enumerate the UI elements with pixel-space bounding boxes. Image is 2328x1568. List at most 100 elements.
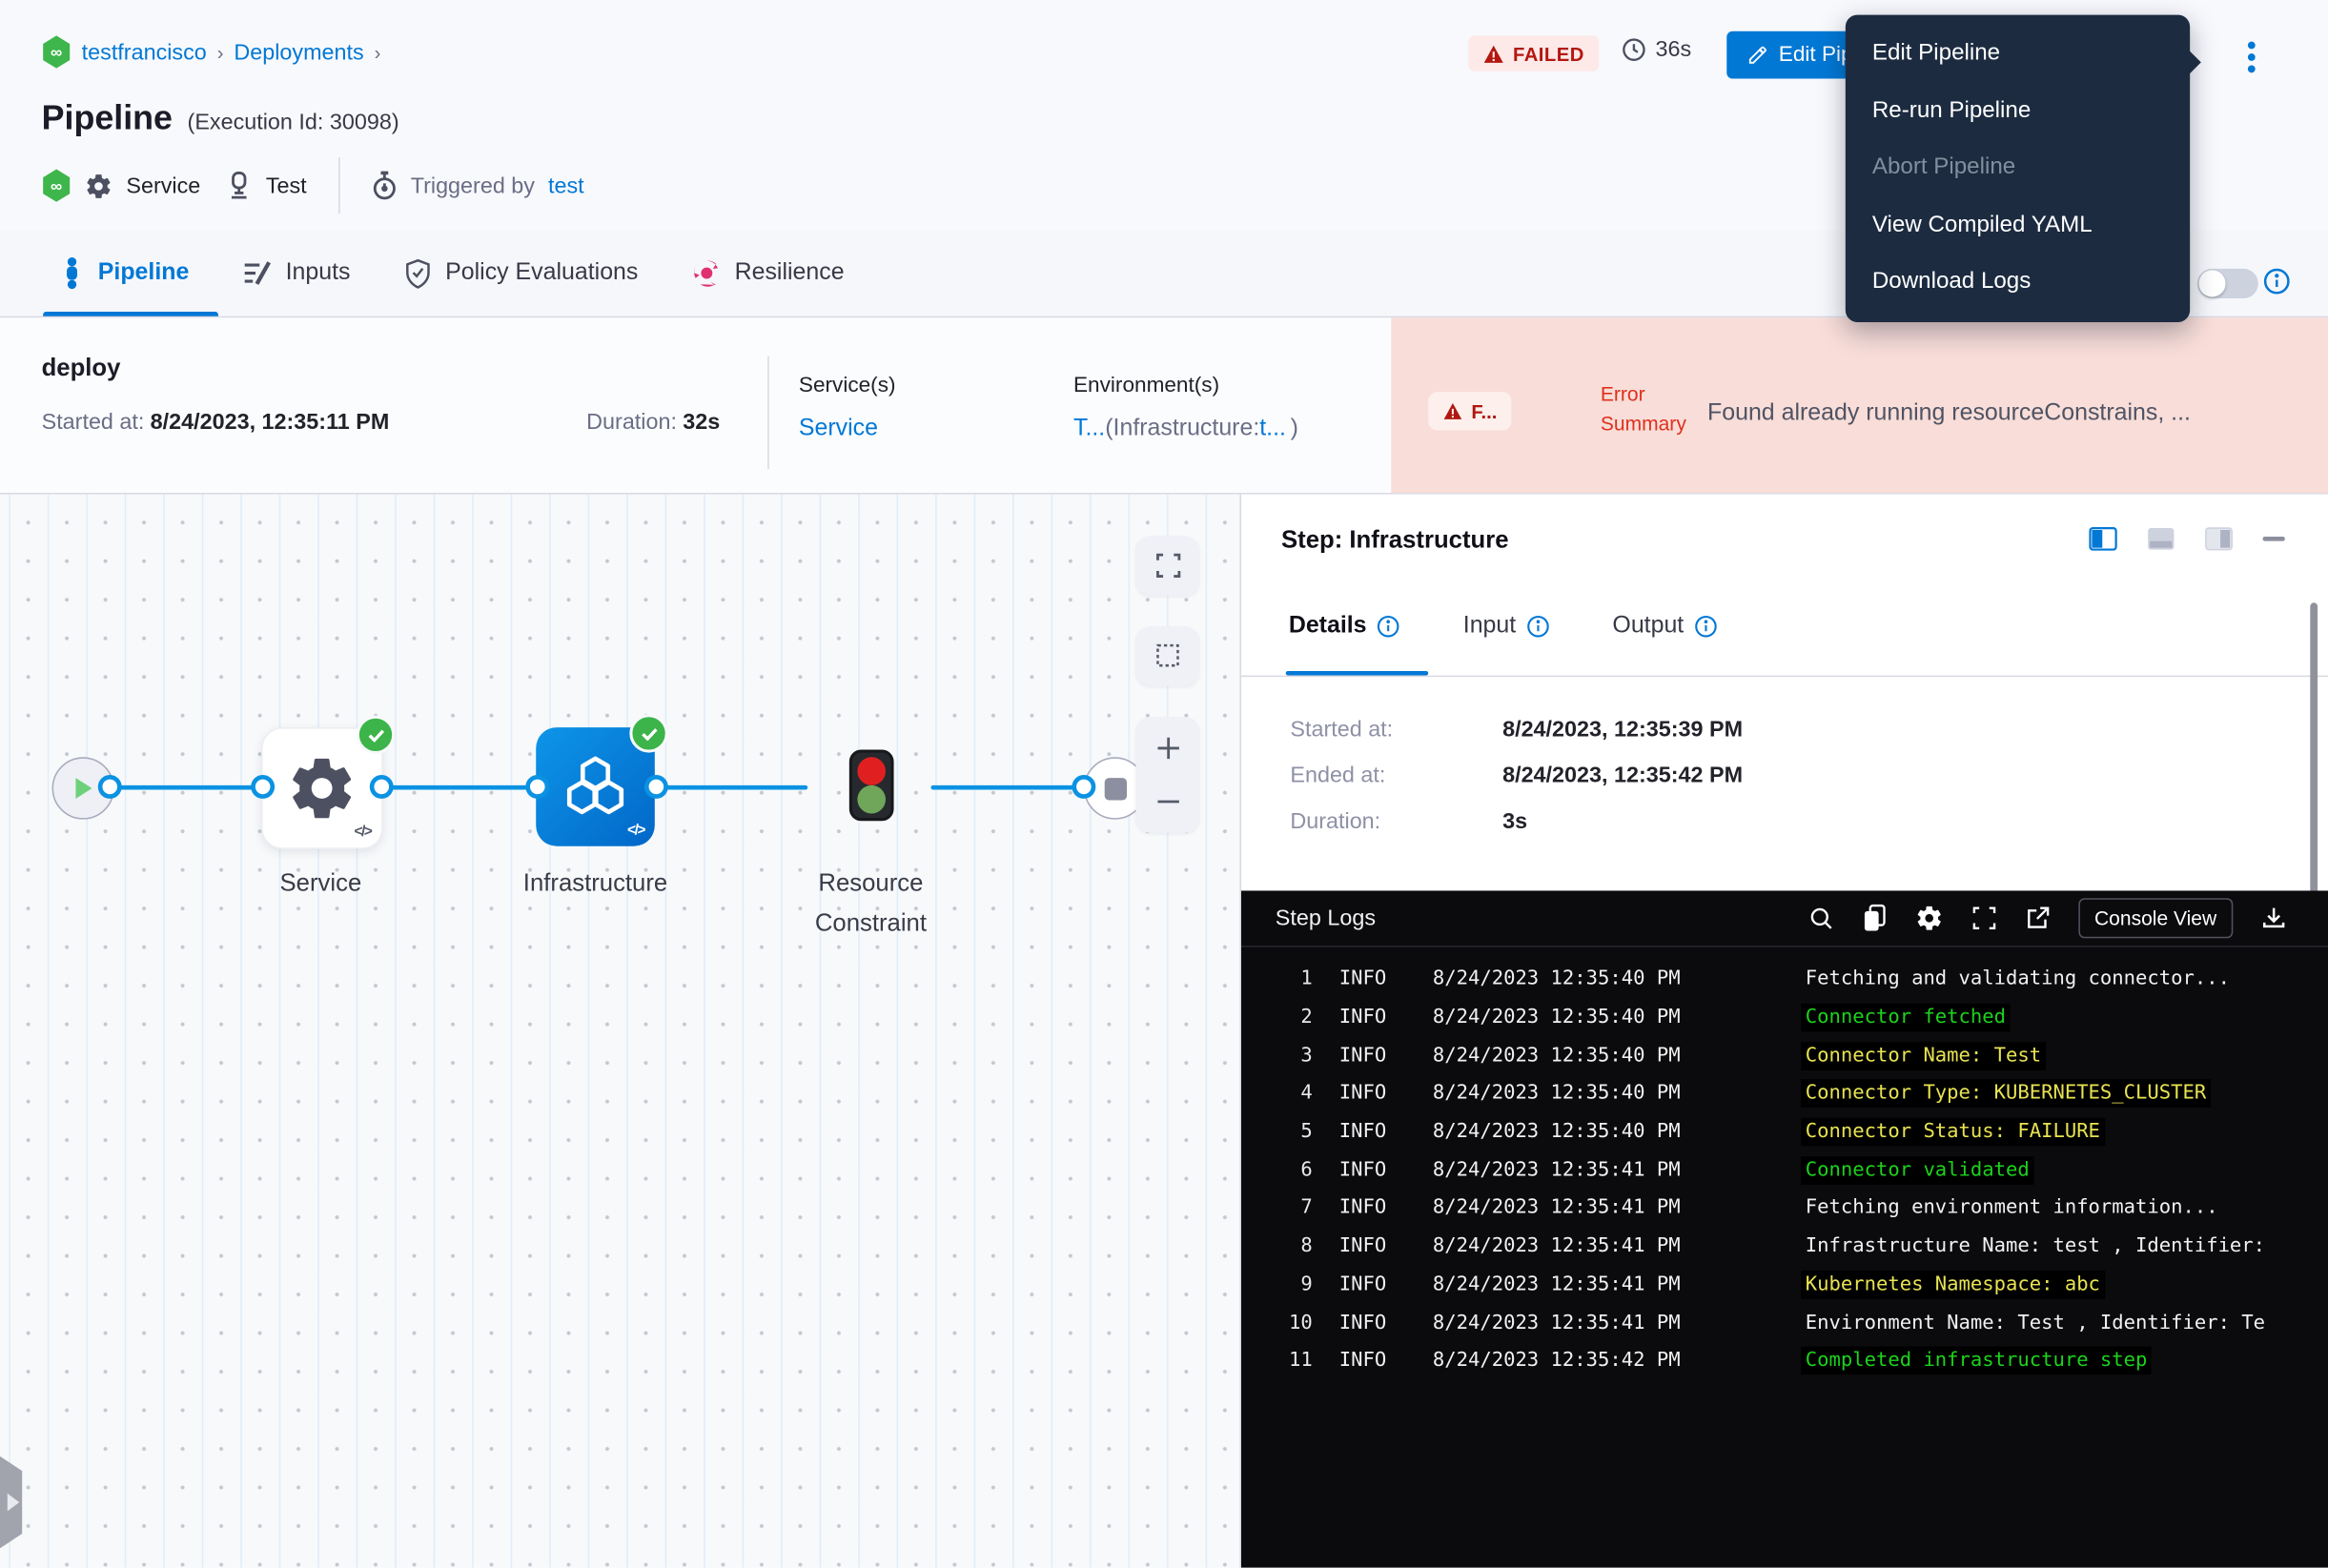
service-step-node[interactable]: </> [261,727,383,849]
info-icon [1694,615,1718,639]
environments-label: Environment(s) [1073,374,1219,397]
log-row: 9INFO8/24/2023 12:35:41 PMKubernetes Nam… [1241,1266,2328,1304]
svg-text:∞: ∞ [51,176,62,195]
pipeline-execution-screen: ∞ testfrancisco › Deployments › Pipeline… [0,0,2328,1568]
menu-item-view-compiled-yaml[interactable]: View Compiled YAML [1846,196,2190,254]
environment-value[interactable]: T...(Infrastructure:t...) [1073,416,1298,442]
triggered-by-label: Triggered by [411,173,535,197]
expand-panel-handle[interactable] [0,1456,22,1549]
pipeline-graph-canvas[interactable]: </> </> Service In [0,495,1241,1568]
split-view-button[interactable] [2089,527,2117,551]
divider [337,157,339,214]
shield-check-icon [404,257,433,289]
red-light [857,757,886,785]
service-name: Service [126,173,200,197]
green-light [857,785,886,814]
breadcrumb-project-link[interactable]: testfrancisco [82,39,207,64]
stage-summary-bar: deploy Started at:8/24/2023, 12:35:11 PM… [0,317,2328,494]
step-logs-console: Step Logs Console View [1241,890,2328,1567]
search-icon[interactable] [1807,906,1832,930]
stage-name[interactable]: deploy [42,355,121,383]
log-row: 1INFO8/24/2023 12:35:40 PMFetching and v… [1241,961,2328,999]
chevron-right-icon: › [375,41,381,63]
tab-inputs[interactable]: Inputs [242,258,350,288]
service-link[interactable]: Service [799,416,878,442]
port [370,774,394,798]
panel-layout-controls [2089,527,2286,551]
log-row: 10INFO8/24/2023 12:35:41 PMEnvironment N… [1241,1304,2328,1342]
detail-ended-at: Ended at:8/24/2023, 12:35:42 PM [1290,764,1743,788]
pipeline-icon [59,256,84,289]
breadcrumb-deployments-link[interactable]: Deployments [234,39,363,64]
infrastructure-step-node[interactable]: </> [536,727,655,846]
tab-output[interactable]: Output [1612,613,1718,640]
log-lines: 1INFO8/24/2023 12:35:40 PMFetching and v… [1241,961,2328,1380]
detail-started-at: Started at:8/24/2023, 12:35:39 PM [1290,717,1743,742]
success-check-icon [629,714,667,752]
error-status-pill: F... [1428,392,1512,430]
console-header: Step Logs Console View [1241,890,2328,947]
environment-icon [226,171,253,200]
tab-input[interactable]: Input [1463,613,1550,640]
step-panel-tabs: Details Input Output [1289,613,1718,640]
log-row: 7INFO8/24/2023 12:35:41 PMFetching envir… [1241,1190,2328,1228]
info-icon[interactable] [2262,267,2291,295]
gear-icon [85,172,113,200]
log-row: 11INFO8/24/2023 12:35:42 PMCompleted inf… [1241,1342,2328,1380]
edge [663,785,808,790]
page-title: Pipeline [42,98,173,138]
tab-policy-evaluations[interactable]: Policy Evaluations [404,257,639,289]
log-row: 5INFO8/24/2023 12:35:40 PMConnector Stat… [1241,1113,2328,1151]
environment-name: Test [266,173,307,197]
bottom-view-button[interactable] [2147,527,2175,551]
console-view-button[interactable]: Console View [2078,898,2233,938]
divider [1241,676,2328,678]
open-external-icon[interactable] [2025,906,2050,930]
svg-text:∞: ∞ [51,43,62,62]
copy-icon[interactable] [1861,904,1886,932]
fullscreen-logs-icon[interactable] [1971,906,1996,930]
pipeline-meta-row: ∞ Service Test Triggered by test [42,163,584,208]
menu-item-download-logs[interactable]: Download Logs [1846,254,2190,311]
tab-resilience[interactable]: Resilience [691,258,844,288]
console-title: Step Logs [1276,906,1376,930]
fullscreen-canvas-button[interactable] [1135,536,1199,595]
services-label: Service(s) [799,374,896,397]
port [251,774,275,798]
inputs-icon [242,258,272,288]
error-summary-message[interactable]: Found already running resourceConstrains… [1707,400,2309,427]
active-tab-underline [43,312,218,316]
error-summary-label: Error Summary [1601,380,1699,439]
download-logs-icon[interactable] [2261,906,2286,930]
log-row: 4INFO8/24/2023 12:35:40 PMConnector Type… [1241,1075,2328,1113]
right-view-button[interactable] [2205,527,2234,551]
module-icon: ∞ [42,35,71,68]
edge [930,785,1079,790]
zoom-controls[interactable] [1135,717,1199,832]
marquee-select-button[interactable] [1135,626,1199,685]
menu-item-rerun-pipeline[interactable]: Re-run Pipeline [1846,82,2190,139]
view-toggle-switch[interactable] [2197,269,2258,298]
edge [389,785,532,790]
info-icon [1377,615,1400,639]
error-summary-region: F... Error Summary Found already running… [1391,317,2328,493]
menu-item-abort-pipeline[interactable]: Abort Pipeline [1846,139,2190,196]
info-icon [1526,615,1550,639]
pencil-icon [1747,45,1768,66]
log-settings-gear-icon[interactable] [1915,904,1944,932]
status-badge: FAILED [1468,35,1599,71]
zoom-in-icon [1154,735,1181,762]
stage-started-at: Started at:8/24/2023, 12:35:11 PM [42,410,390,435]
chevron-right-icon: › [217,41,224,63]
port [525,774,549,798]
menu-item-edit-pipeline[interactable]: Edit Pipeline [1846,25,2190,82]
more-options-button[interactable] [2233,32,2268,80]
detail-duration: Duration:3s [1290,809,1527,834]
pipeline-options-menu: Edit Pipeline Re-run Pipeline Abort Pipe… [1846,15,2190,322]
tab-pipeline[interactable]: Pipeline [59,256,189,289]
port [98,774,122,798]
minimize-panel-button[interactable] [2262,536,2286,541]
tab-details[interactable]: Details [1289,613,1401,640]
resource-constraint-node[interactable] [849,749,894,821]
triggered-by-user-link[interactable]: test [548,173,584,197]
